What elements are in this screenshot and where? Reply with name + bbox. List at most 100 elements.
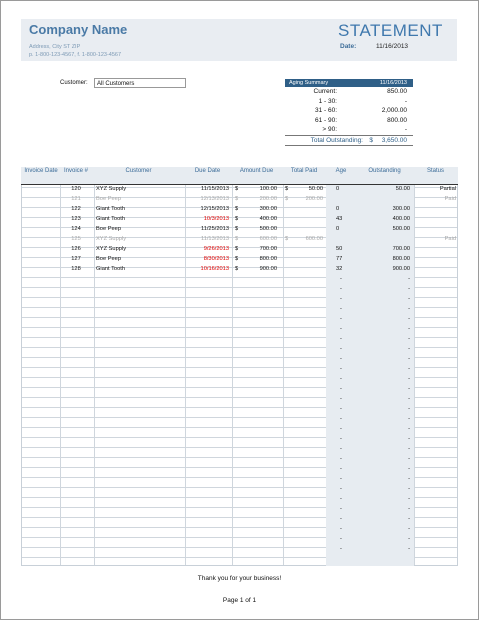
aging-row-value: 850.00 bbox=[387, 88, 407, 95]
cell-due-date: 9/26/2013 bbox=[203, 246, 229, 252]
cell-outstanding: - bbox=[408, 306, 410, 312]
cell-age: - bbox=[340, 376, 342, 382]
cell-status: Paid bbox=[444, 236, 456, 242]
cell-age: - bbox=[340, 276, 342, 282]
cell-invoice-number: 125 bbox=[71, 236, 81, 242]
aging-row: 1 - 30: - bbox=[285, 97, 413, 107]
thank-you-note: Thank you for your business! bbox=[197, 575, 282, 582]
cell-age: 0 bbox=[336, 206, 340, 212]
aging-row-label: 31 - 60: bbox=[314, 107, 337, 114]
cell-outstanding: - bbox=[408, 286, 410, 292]
table-row-empty: -- bbox=[21, 284, 458, 294]
cell-age: - bbox=[340, 386, 342, 392]
cell-customer: Boe Peep bbox=[96, 256, 121, 262]
table-row-empty: -- bbox=[21, 374, 458, 384]
cell-due-date: 12/15/2013 bbox=[200, 206, 229, 212]
col-total-paid: Total Paid bbox=[290, 168, 318, 174]
aging-row-value: 800.00 bbox=[387, 116, 407, 124]
table-row-empty: -- bbox=[21, 534, 458, 544]
cell-customer: Giant Tooth bbox=[96, 266, 125, 272]
cell-status: Partial bbox=[439, 186, 456, 192]
table-row-empty: -- bbox=[21, 384, 458, 394]
aging-total-label: Total Outstanding: bbox=[310, 136, 363, 144]
cell-age: - bbox=[340, 356, 342, 362]
cell-customer: Boe Peep bbox=[96, 196, 121, 202]
aging-row-value: - bbox=[404, 97, 407, 105]
cell-outstanding: 500.00 bbox=[392, 226, 410, 232]
table-row-empty: -- bbox=[21, 464, 458, 474]
table-row: 123 Giant Tooth 10/3/2013 $400.00 43 400.00 bbox=[21, 214, 458, 224]
cell-invoice-number: 122 bbox=[71, 206, 81, 212]
cell-outstanding: - bbox=[408, 456, 410, 462]
cell-due-date: 11/15/2013 bbox=[200, 186, 229, 192]
cell-age: 77 bbox=[336, 256, 343, 262]
cell-customer: Boe Peep bbox=[96, 226, 121, 232]
cell-status: Paid bbox=[444, 196, 456, 202]
cell-customer: XYZ Supply bbox=[96, 246, 127, 252]
cell-customer: XYZ Supply bbox=[96, 186, 127, 192]
cell-age: 50 bbox=[336, 246, 343, 252]
cell-age: - bbox=[340, 516, 342, 522]
cell-age: - bbox=[340, 486, 342, 492]
table-row-empty: -- bbox=[21, 434, 458, 444]
cell-age: - bbox=[340, 476, 342, 482]
table-row-empty: -- bbox=[21, 394, 458, 404]
invoice-table-header: Invoice Date Invoice # Customer Due Date… bbox=[21, 167, 458, 185]
cell-outstanding: - bbox=[408, 366, 410, 372]
cell-outstanding: - bbox=[408, 436, 410, 442]
aging-summary-header: Aging Summary 11/16/2013 bbox=[285, 79, 413, 87]
table-row: 126 XYZ Supply 9/26/2013 $700.00 50 700.00 bbox=[21, 244, 458, 254]
aging-row: 31 - 60: 2,000.00 bbox=[285, 106, 413, 116]
cell-invoice-number: 126 bbox=[71, 246, 81, 252]
cell-amount-due: 600.00 bbox=[259, 236, 277, 242]
customer-field[interactable]: All Customers bbox=[94, 78, 186, 88]
table-row-empty: -- bbox=[21, 314, 458, 324]
cell-amount-due: 400.00 bbox=[259, 216, 277, 222]
table-row: 121 Boe Peep 12/13/2013 $200.00 $200.00 Paid bbox=[21, 194, 458, 204]
table-row-empty: -- bbox=[21, 364, 458, 374]
table-row-empty: -- bbox=[21, 414, 458, 424]
cell-outstanding: - bbox=[408, 526, 410, 532]
cell-age: - bbox=[340, 306, 342, 312]
cell-outstanding: - bbox=[408, 496, 410, 502]
cell-age: - bbox=[340, 546, 342, 552]
aging-row-value: 2,000.00 bbox=[381, 107, 407, 114]
cell-amount-due: 200.00 bbox=[259, 196, 277, 202]
cell-due-date: 11/13/2013 bbox=[200, 236, 229, 242]
table-row-empty: -- bbox=[21, 344, 458, 354]
table-row-empty: -- bbox=[21, 424, 458, 434]
cell-invoice-number: 128 bbox=[71, 266, 81, 272]
table-row-empty: -- bbox=[21, 484, 458, 494]
table-row-empty: -- bbox=[21, 504, 458, 514]
cell-age: - bbox=[340, 346, 342, 352]
cell-age: - bbox=[340, 366, 342, 372]
table-row-empty: -- bbox=[21, 544, 458, 554]
cell-age: - bbox=[340, 426, 342, 432]
table-row-empty: -- bbox=[21, 354, 458, 364]
cell-outstanding: 700.00 bbox=[392, 246, 410, 252]
cell-amount-due: 500.00 bbox=[259, 226, 277, 232]
customer-label: Customer: bbox=[60, 80, 88, 86]
table-row-empty: -- bbox=[21, 404, 458, 414]
cell-age: 0 bbox=[336, 186, 340, 192]
table-row: 125 XYZ Supply 11/13/2013 $600.00 $600.00 Pai… bbox=[21, 234, 458, 244]
cell-amount-due: 800.00 bbox=[259, 256, 277, 262]
table-row-empty: -- bbox=[21, 274, 458, 284]
table-row: 124 Boe Peep 11/25/2013 $500.00 0 500.00 bbox=[21, 224, 458, 234]
table-row: 120 XYZ Supply 11/15/2013 $100.00 $50.00 0 50.… bbox=[21, 184, 458, 194]
cell-amount-due: 300.00 bbox=[259, 206, 277, 212]
cell-age: - bbox=[340, 436, 342, 442]
table-row-empty: -- bbox=[21, 444, 458, 454]
statement-title: STATEMENT bbox=[338, 21, 443, 40]
table-row: 127 Boe Peep 8/30/2013 $800.00 77 800.00 bbox=[21, 254, 458, 264]
aging-row: Current: 850.00 bbox=[285, 87, 413, 97]
cell-age: - bbox=[340, 416, 342, 422]
aging-row: > 90: - bbox=[285, 125, 413, 135]
table-row-empty: -- bbox=[21, 334, 458, 344]
aging-total-value: 3,650.00 bbox=[381, 136, 407, 144]
cell-age: - bbox=[340, 296, 342, 302]
cell-due-date: 10/16/2013 bbox=[200, 266, 229, 272]
table-row-empty: -- bbox=[21, 514, 458, 524]
cell-age: - bbox=[340, 326, 342, 332]
cell-outstanding: - bbox=[408, 376, 410, 382]
